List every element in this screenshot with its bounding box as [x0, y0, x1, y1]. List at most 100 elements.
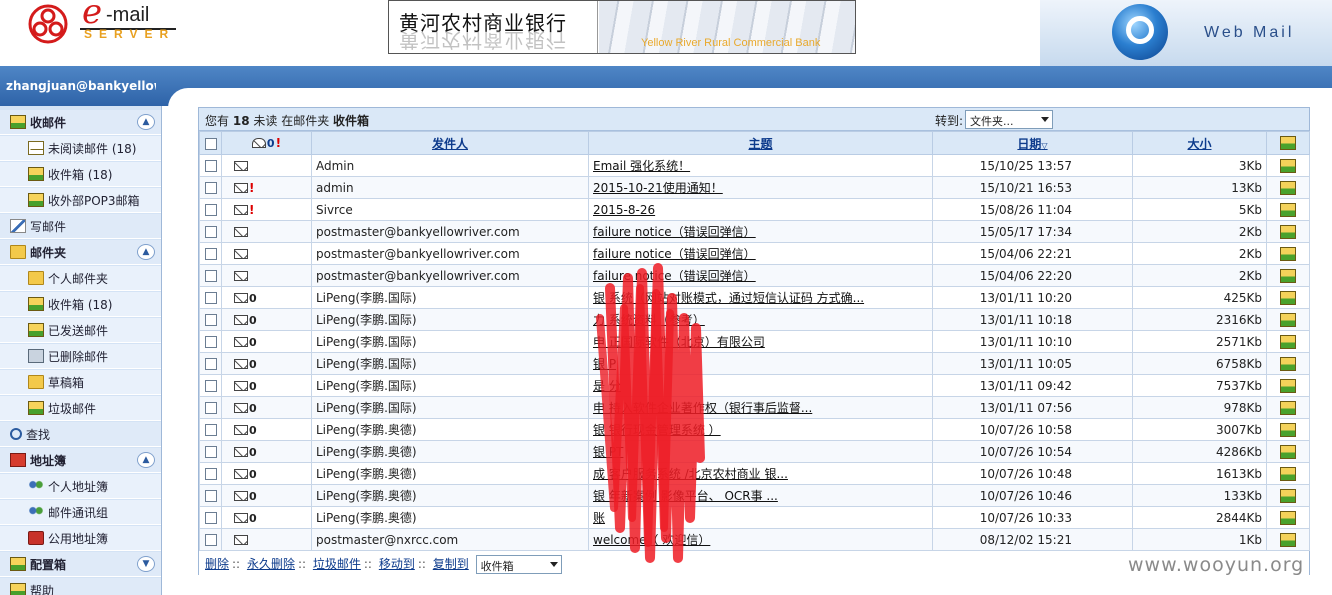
mark-icon[interactable]: [1280, 268, 1296, 283]
collapse-icon[interactable]: ▲: [137, 452, 155, 468]
table-row[interactable]: ! Sivrce 2015-8-26 15/08/26 11:04 5Kb: [199, 198, 1310, 221]
sidebar-item-compose[interactable]: 写邮件: [0, 214, 161, 239]
sidebar-item-personal-book[interactable]: 个人地址簿: [0, 474, 161, 499]
sidebar-item-sent[interactable]: 已发送邮件: [0, 318, 161, 343]
table-row[interactable]: ! admin 2015-10-21使用通知！ 15/10/21 16:53 13Kb: [199, 176, 1310, 199]
table-row[interactable]: 0 LiPeng(李鹏.国际) 申 持入软件企业著作权（银行事后监督... 13/01…: [199, 396, 1310, 419]
row-checkbox[interactable]: [204, 424, 217, 436]
table-row[interactable]: postmaster@bankyellowriver.com failure no…: [199, 220, 1310, 243]
row-checkbox[interactable]: [204, 160, 217, 172]
row-checkbox[interactable]: [204, 358, 217, 370]
sidebar-item-search[interactable]: 查找: [0, 422, 161, 447]
mark-icon[interactable]: [1280, 488, 1296, 503]
row-subject-link[interactable]: 银 银行现金管理系统 ）: [593, 423, 721, 437]
sidebar-item-pop3[interactable]: 收外部POP3邮箱: [0, 188, 161, 213]
size-header[interactable]: 大小: [1132, 131, 1267, 155]
row-checkbox[interactable]: [204, 512, 217, 524]
mark-icon[interactable]: [1280, 334, 1296, 349]
table-row[interactable]: 0 LiPeng(李鹏.国际) 银 P 13/01/11 10:05 6758Kb: [199, 352, 1310, 375]
row-checkbox[interactable]: [204, 182, 217, 194]
row-checkbox[interactable]: [204, 446, 217, 458]
row-subject-link[interactable]: 申 正国际软件（北京）有限公司: [593, 335, 765, 349]
row-subject-link[interactable]: 是 分: [593, 379, 621, 393]
sidebar-item-inbox-2[interactable]: 收件箱 (18): [0, 292, 161, 317]
row-subject-link[interactable]: 2015-8-26: [593, 203, 655, 217]
date-header[interactable]: 日期▽: [932, 131, 1133, 155]
expand-icon[interactable]: ▼: [137, 556, 155, 572]
copy-to-select[interactable]: 收件箱: [475, 555, 562, 574]
row-subject-link[interactable]: 力 系统资料（参考）: [593, 313, 705, 327]
sidebar-item-receive[interactable]: 收邮件 ▲: [0, 110, 161, 135]
row-subject-link[interactable]: 账: [593, 511, 605, 525]
row-checkbox[interactable]: [204, 534, 217, 546]
row-subject-link[interactable]: 申 持入软件企业著作权（银行事后监督...: [593, 401, 812, 415]
mark-icon[interactable]: [1280, 444, 1296, 459]
table-row[interactable]: 0 LiPeng(李鹏.奥德) 银 银行现金管理系统 ） 10/07/26 10:58…: [199, 418, 1310, 441]
sidebar-item-deleted[interactable]: 已删除邮件: [0, 344, 161, 369]
sidebar-item-mail-group[interactable]: 邮件通讯组: [0, 500, 161, 525]
sidebar-item-unread[interactable]: 未阅读邮件 (18): [0, 136, 161, 161]
table-row[interactable]: Admin Email 强化系统！ 15/10/25 13:57 3Kb: [199, 154, 1310, 177]
delete-link[interactable]: 删除: [205, 557, 229, 571]
row-checkbox[interactable]: [204, 204, 217, 216]
row-checkbox[interactable]: [204, 248, 217, 260]
permanent-delete-link[interactable]: 永久删除: [247, 557, 295, 571]
row-checkbox[interactable]: [204, 402, 217, 414]
row-checkbox[interactable]: [204, 292, 217, 304]
sender-header[interactable]: 发件人: [311, 131, 589, 155]
row-subject-link[interactable]: failure notice（错误回弹信）: [593, 269, 756, 283]
junk-link[interactable]: 垃圾邮件: [313, 557, 361, 571]
sidebar-item-config[interactable]: 配置箱 ▼: [0, 552, 161, 577]
table-row[interactable]: 0 LiPeng(李鹏.国际) 申 正国际软件（北京）有限公司 13/01/11 10…: [199, 330, 1310, 353]
row-checkbox[interactable]: [204, 270, 217, 282]
mark-all-icon[interactable]: [1280, 136, 1296, 151]
table-row[interactable]: 0 LiPeng(李鹏.国际) 是 分 13/01/11 09:42 7537Kb: [199, 374, 1310, 397]
mark-icon[interactable]: [1280, 290, 1296, 305]
sidebar-item-help[interactable]: 帮助: [0, 578, 161, 595]
row-checkbox[interactable]: [204, 490, 217, 502]
sidebar-item-junk[interactable]: 垃圾邮件: [0, 396, 161, 421]
row-checkbox[interactable]: [204, 380, 217, 392]
row-subject-link[interactable]: failure notice（错误回弹信）: [593, 247, 756, 261]
mark-icon[interactable]: [1280, 510, 1296, 525]
table-row[interactable]: 0 LiPeng(李鹏.奥德) 银 年新案例 影像平台、 OCR事 ... 10/07…: [199, 484, 1310, 507]
row-subject-link[interactable]: welcome（ 欢迎信）: [593, 533, 710, 547]
mark-icon[interactable]: [1280, 246, 1296, 261]
row-checkbox[interactable]: [204, 336, 217, 348]
row-subject-link[interactable]: Email 强化系统！: [593, 159, 690, 173]
sidebar-item-personal-folders[interactable]: 个人邮件夹: [0, 266, 161, 291]
subject-header[interactable]: 主题: [588, 131, 933, 155]
row-subject-link[interactable]: 银 PT: [593, 445, 623, 459]
copy-to-link[interactable]: 复制到: [433, 557, 469, 571]
table-row[interactable]: postmaster@bankyellowriver.com failure no…: [199, 264, 1310, 287]
sidebar-item-drafts[interactable]: 草稿箱: [0, 370, 161, 395]
collapse-icon[interactable]: ▲: [137, 244, 155, 260]
select-all-checkbox[interactable]: [204, 137, 217, 150]
sidebar-item-folders[interactable]: 邮件夹 ▲: [0, 240, 161, 265]
table-row[interactable]: 0 LiPeng(李鹏.奥德) 银 PT 10/07/26 10:54 4286Kb: [199, 440, 1310, 463]
table-row[interactable]: postmaster@bankyellowriver.com failure no…: [199, 242, 1310, 265]
mark-icon[interactable]: [1280, 180, 1296, 195]
move-to-link[interactable]: 移动到: [379, 557, 415, 571]
table-row[interactable]: 0 LiPeng(李鹏.奥德) 账 10/07/26 10:33 2844Kb: [199, 506, 1310, 529]
row-checkbox[interactable]: [204, 226, 217, 238]
collapse-icon[interactable]: ▲: [137, 114, 155, 130]
mark-icon[interactable]: [1280, 378, 1296, 393]
sidebar-item-inbox[interactable]: 收件箱 (18): [0, 162, 161, 187]
table-row[interactable]: postmaster@nxrcc.com welcome（ 欢迎信） 08/12/0…: [199, 528, 1310, 551]
row-subject-link[interactable]: 银 P: [593, 357, 616, 371]
sidebar-item-public-book[interactable]: 公用地址簿: [0, 526, 161, 551]
sidebar-item-addressbook[interactable]: 地址簿 ▲: [0, 448, 161, 473]
mark-icon[interactable]: [1280, 158, 1296, 173]
table-row[interactable]: 0 LiPeng(李鹏.国际) 力 系统资料（参考） 13/01/11 10:18 23…: [199, 308, 1310, 331]
row-subject-link[interactable]: 2015-10-21使用通知！: [593, 181, 723, 195]
table-row[interactable]: 0 LiPeng(李鹏.奥德) 成 客户服务系统 /北京农村商业 银... 10/07…: [199, 462, 1310, 485]
row-subject-link[interactable]: failure notice（错误回弹信）: [593, 225, 756, 239]
mark-icon[interactable]: [1280, 312, 1296, 327]
row-checkbox[interactable]: [204, 468, 217, 480]
mark-icon[interactable]: [1280, 422, 1296, 437]
goto-folder-select[interactable]: 文件夹...: [965, 110, 1053, 129]
row-checkbox[interactable]: [204, 314, 217, 326]
mark-icon[interactable]: [1280, 466, 1296, 481]
mark-icon[interactable]: [1280, 532, 1296, 547]
